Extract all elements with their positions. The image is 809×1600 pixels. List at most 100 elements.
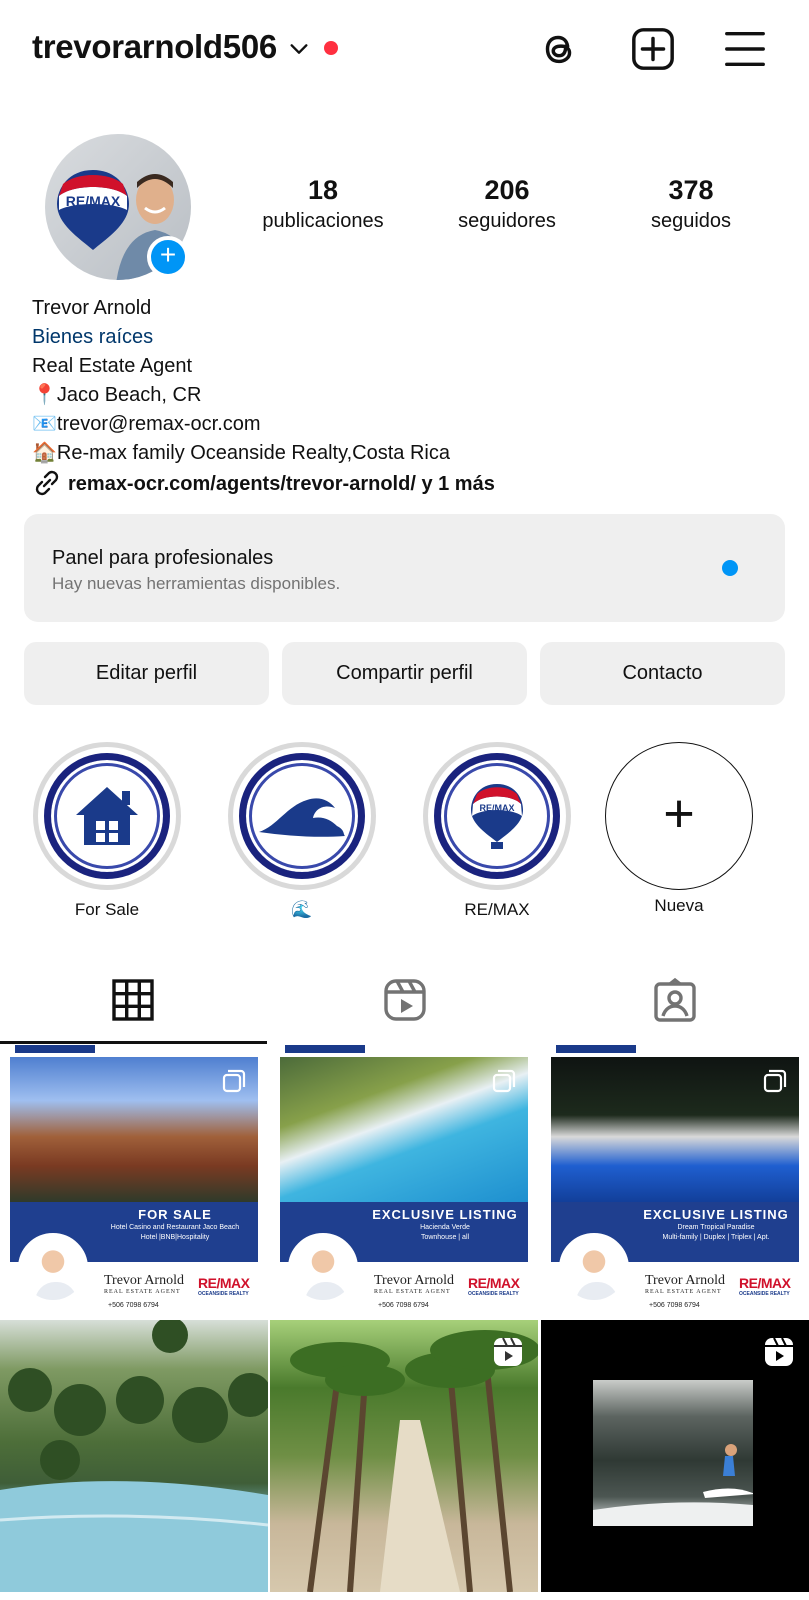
wave-icon xyxy=(259,798,345,837)
chevron-down-icon[interactable] xyxy=(288,38,310,60)
share-profile-button[interactable]: Compartir perfil xyxy=(282,642,527,705)
post-title: FOR SALE xyxy=(138,1207,212,1222)
profile-link[interactable]: remax-ocr.com/agents/trevor-arnold/ y 1 … xyxy=(32,468,495,499)
posts-count-value: 18 xyxy=(307,175,339,205)
accent-bar xyxy=(285,1045,365,1053)
highlight-ring xyxy=(33,742,181,890)
create-post-icon[interactable] xyxy=(630,26,676,72)
bio-line: Real Estate Agent xyxy=(32,355,193,377)
agent-photo xyxy=(288,1233,358,1303)
agent-photo xyxy=(18,1233,88,1303)
post-detail: Multi-family | Duplex | Triplex | Apt. xyxy=(662,1234,770,1241)
avatar-logo-text: RE/MAX xyxy=(66,193,121,209)
surfer-photo xyxy=(593,1444,755,1526)
highlight-label: RE/MAX xyxy=(464,900,530,919)
post-tile[interactable] xyxy=(541,1320,809,1592)
plus-icon: + xyxy=(663,783,695,844)
grid-icon[interactable] xyxy=(110,977,156,1023)
bio-line: 📧trevor@remax-ocr.com xyxy=(32,413,261,435)
profile-bio: Trevor Arnold Bienes raíces Real Estate … xyxy=(32,294,495,499)
add-story-button[interactable]: + xyxy=(147,236,189,278)
accent-bar xyxy=(556,1045,636,1053)
profile-avatar[interactable]: RE/MAX + xyxy=(45,134,191,280)
agent-phone: +506 7098 6794 xyxy=(108,1302,159,1309)
top-bar: trevorarnold506 xyxy=(0,0,809,100)
highlight-remax[interactable]: RE/MAX RE/MAX xyxy=(422,742,572,920)
highlight-ring xyxy=(228,742,376,890)
agent-role: REAL ESTATE AGENT xyxy=(104,1289,181,1295)
post-tile[interactable] xyxy=(0,1320,268,1592)
contact-button[interactable]: Contacto xyxy=(540,642,785,705)
post-tile[interactable]: FOR SALE Hotel Casino and Restaurant Jac… xyxy=(0,1045,268,1317)
highlight-cover xyxy=(239,753,365,879)
posts-count-label: publicaciones xyxy=(262,210,384,232)
highlight-label: For Sale xyxy=(74,900,140,919)
post-photo xyxy=(10,1057,258,1202)
edit-profile-button[interactable]: Editar perfil xyxy=(24,642,269,705)
post-tile[interactable] xyxy=(270,1320,538,1592)
notification-dot xyxy=(324,41,338,55)
reels-icon[interactable] xyxy=(382,977,428,1023)
remax-logo: RE/MAX xyxy=(739,1275,791,1297)
post-photo xyxy=(280,1057,528,1202)
menu-icon[interactable] xyxy=(722,26,768,72)
agent-name: Trevor Arnold REAL ESTATE AGENT xyxy=(645,1273,725,1295)
house-icon xyxy=(76,787,138,845)
dashboard-title: Panel para profesionales xyxy=(52,547,274,569)
tagged-icon[interactable] xyxy=(652,977,698,1023)
highlight-for-sale[interactable]: For Sale xyxy=(32,742,182,920)
professional-dashboard[interactable]: Panel para profesionales Hay nuevas herr… xyxy=(24,514,785,622)
post-tile[interactable]: EXCLUSIVE LISTING Dream Tropical Paradis… xyxy=(541,1045,809,1317)
profile-category[interactable]: Bienes raíces xyxy=(32,323,495,352)
agent-role: REAL ESTATE AGENT xyxy=(374,1289,451,1295)
profile-tabs xyxy=(0,955,809,1045)
highlight-waves[interactable]: 🌊 xyxy=(227,742,377,920)
posts-grid: FOR SALE Hotel Casino and Restaurant Jac… xyxy=(0,1045,809,1600)
new-tools-dot xyxy=(722,560,738,576)
bio-line: 🏠Re-max family Oceanside Realty,Costa Ri… xyxy=(32,442,450,464)
post-tile[interactable]: EXCLUSIVE LISTING Hacienda Verde Townhou… xyxy=(270,1045,538,1317)
followers-count[interactable]: 206 seguidores xyxy=(422,175,592,233)
highlight-cover: RE/MAX xyxy=(434,753,560,879)
surf-video-frame xyxy=(593,1380,755,1526)
highlight-label: Nueva xyxy=(654,896,704,915)
agent-name: Trevor Arnold REAL ESTATE AGENT xyxy=(104,1273,184,1295)
post-title: EXCLUSIVE LISTING xyxy=(372,1207,518,1222)
balloon-text: RE/MAX xyxy=(479,803,514,813)
reel-icon xyxy=(765,1337,793,1366)
balloon-icon: RE/MAX xyxy=(471,784,523,849)
followers-count-value: 206 xyxy=(484,175,530,205)
carousel-icon xyxy=(222,1069,246,1093)
following-count-label: seguidos xyxy=(650,210,732,232)
remax-logo: RE/MAX xyxy=(468,1275,520,1297)
post-subtitle: Dream Tropical Paradise xyxy=(677,1224,755,1231)
highlight-ring: RE/MAX xyxy=(423,742,571,890)
agent-name: Trevor Arnold REAL ESTATE AGENT xyxy=(374,1273,454,1295)
post-subtitle: Hotel Casino and Restaurant Jaco Beach xyxy=(110,1224,240,1231)
highlight-cover xyxy=(44,753,170,879)
account-switcher-username[interactable]: trevorarnold506 xyxy=(32,28,277,66)
post-detail: Townhouse | all xyxy=(420,1234,470,1241)
profile-link-text[interactable]: remax-ocr.com/agents/trevor-arnold/ y 1 … xyxy=(68,473,495,495)
threads-icon[interactable] xyxy=(536,26,582,72)
agent-name-text: Trevor Arnold xyxy=(645,1273,725,1288)
following-count[interactable]: 378 seguidos xyxy=(606,175,776,233)
accent-bar xyxy=(15,1045,95,1053)
bio-line: 📍Jaco Beach, CR xyxy=(32,384,202,406)
reel-icon xyxy=(494,1337,522,1366)
post-title: EXCLUSIVE LISTING xyxy=(643,1207,789,1222)
agent-name-text: Trevor Arnold xyxy=(104,1273,184,1288)
post-detail: Hotel |BNB|Hospitality xyxy=(140,1234,210,1241)
following-count-value: 378 xyxy=(668,175,714,205)
post-subtitle: Hacienda Verde xyxy=(420,1224,470,1231)
highlight-label: 🌊 xyxy=(291,900,313,919)
carousel-icon xyxy=(763,1069,787,1093)
posts-count[interactable]: 18 publicaciones xyxy=(238,175,408,233)
remax-logo: RE/MAX xyxy=(198,1275,250,1297)
active-tab-indicator xyxy=(0,1041,267,1044)
golf-course-photo xyxy=(0,1320,268,1592)
new-highlight-circle[interactable]: + xyxy=(605,742,753,890)
new-highlight[interactable]: + Nueva xyxy=(604,742,754,916)
agent-phone: +506 7098 6794 xyxy=(649,1302,700,1309)
agent-phone: +506 7098 6794 xyxy=(378,1302,429,1309)
